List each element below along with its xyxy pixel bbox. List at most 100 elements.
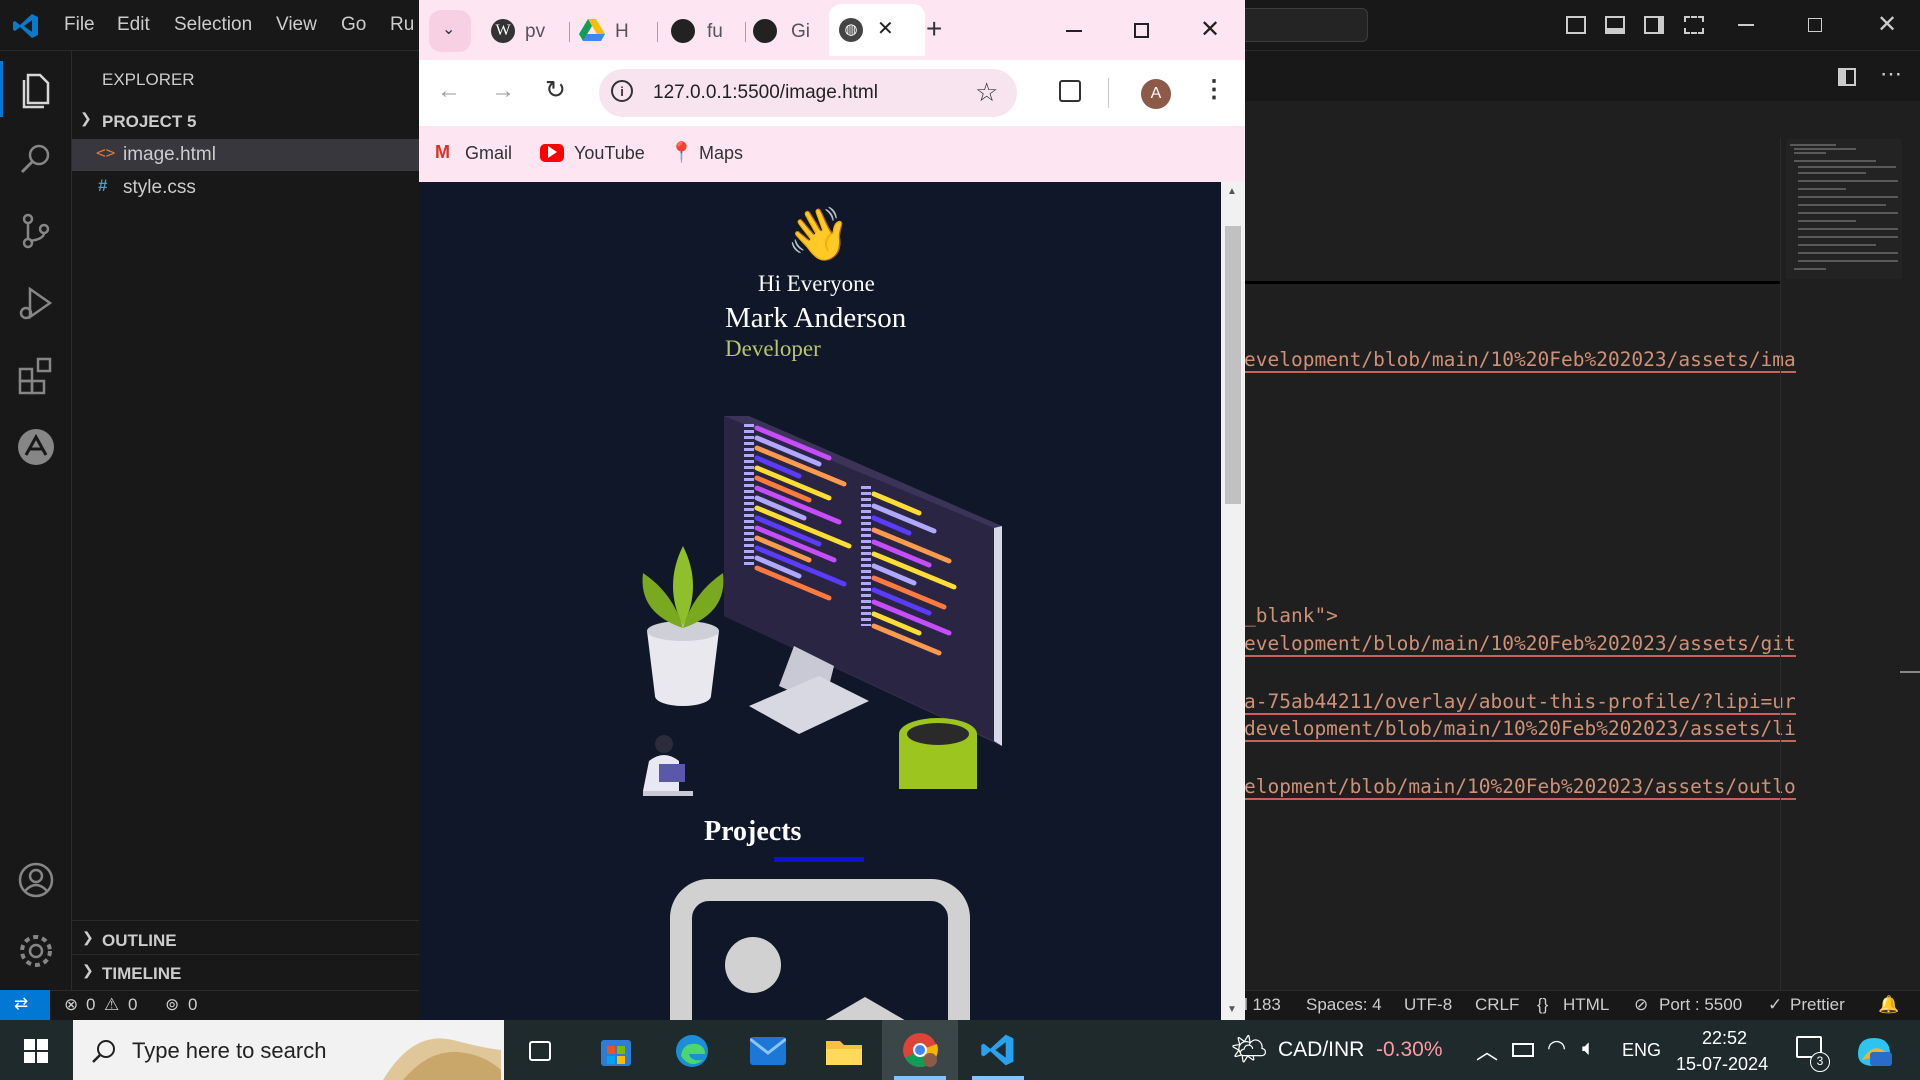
css-file-icon: # — [98, 176, 108, 195]
file-item-style-css[interactable]: # style.css — [72, 172, 420, 204]
close-tab-icon[interactable]: ✕ — [877, 16, 894, 41]
menu-go[interactable]: Go — [341, 14, 366, 36]
run-debug-icon[interactable] — [14, 281, 58, 325]
chevron-right-icon: ❯ — [82, 929, 94, 945]
menu-view[interactable]: View — [276, 14, 317, 36]
warning-count[interactable]: 0 — [128, 995, 137, 1015]
customize-layout-icon[interactable] — [1684, 16, 1704, 34]
more-actions-icon[interactable]: ⋯ — [1880, 61, 1902, 87]
new-tab-icon[interactable]: + — [926, 13, 942, 45]
menu-file[interactable]: File — [64, 14, 95, 36]
file-item-image-html[interactable]: <> image.html — [72, 139, 420, 171]
toggle-panel-icon[interactable] — [1605, 16, 1625, 34]
profile-avatar[interactable]: A — [1141, 79, 1171, 109]
forward-icon[interactable]: → — [491, 77, 515, 105]
scroll-down-icon[interactable]: ▼ — [1227, 1004, 1237, 1015]
chrome-menu-icon[interactable]: ⋮ — [1202, 75, 1226, 104]
bookmark-gmail[interactable]: M Gmail — [435, 140, 525, 168]
windows-start-icon[interactable] — [24, 1039, 48, 1063]
accounts-icon[interactable] — [14, 858, 58, 902]
taskbar-search-box[interactable]: Type here to search — [73, 1020, 504, 1080]
toggle-primary-sidebar-icon[interactable] — [1566, 16, 1586, 34]
bell-icon[interactable]: 🔔 — [1878, 995, 1899, 1015]
code-line: evelopment/blob/main/10%20Feb%202023/ass… — [1244, 348, 1796, 373]
browser-tab[interactable]: H — [575, 10, 655, 52]
bookmark-youtube[interactable]: YouTube — [540, 140, 650, 168]
menu-selection[interactable]: Selection — [174, 14, 252, 36]
mail-button[interactable] — [737, 1028, 799, 1074]
minimap-divider — [1780, 138, 1781, 990]
extensions-puzzle-icon[interactable] — [1059, 80, 1081, 102]
minimize-icon[interactable] — [1738, 24, 1754, 26]
copilot-icon[interactable] — [1854, 1034, 1894, 1068]
live-server-port[interactable]: Port : 5500 — [1659, 995, 1742, 1015]
maximize-icon[interactable] — [1134, 23, 1149, 38]
remote-indicator[interactable]: ⇄ — [0, 990, 50, 1021]
timeline-section[interactable]: ❯ TIMELINE — [72, 958, 420, 990]
file-explorer-button[interactable] — [813, 1028, 875, 1074]
ports-count[interactable]: 0 — [188, 995, 197, 1015]
chrome-taskbar-button[interactable] — [882, 1020, 958, 1080]
tab-search-button[interactable]: ⌄ — [429, 10, 471, 52]
menu-edit[interactable]: Edit — [117, 14, 150, 36]
source-control-icon[interactable] — [14, 209, 58, 253]
outline-section[interactable]: ❯ OUTLINE — [72, 925, 420, 957]
settings-gear-icon[interactable] — [14, 929, 58, 973]
command-center[interactable] — [1240, 8, 1368, 42]
battery-icon[interactable] — [1512, 1043, 1534, 1057]
search-icon[interactable] — [14, 137, 58, 181]
split-editor-icon[interactable] — [1838, 68, 1856, 86]
show-hidden-icons-icon[interactable]: ︿ — [1476, 1034, 1498, 1066]
minimap[interactable] — [1786, 139, 1902, 279]
language-mode[interactable]: HTML — [1563, 995, 1609, 1015]
close-icon[interactable]: ✕ — [1877, 10, 1897, 39]
minimize-icon[interactable] — [1066, 30, 1082, 32]
eol[interactable]: CRLF — [1475, 995, 1519, 1015]
volume-icon[interactable]: 🔈︎ — [1582, 1035, 1595, 1061]
vscode-taskbar-button[interactable] — [960, 1020, 1036, 1080]
chevron-right-icon: ❯ — [82, 962, 94, 978]
browser-tab[interactable]: Gi — [751, 10, 831, 52]
bookmark-star-icon[interactable]: ☆ — [975, 77, 998, 108]
site-info-icon[interactable]: i — [611, 80, 633, 102]
toggle-secondary-sidebar-icon[interactable] — [1644, 16, 1664, 34]
extensions-icon[interactable] — [14, 353, 58, 397]
scroll-up-icon[interactable]: ▲ — [1227, 186, 1237, 197]
task-view-button[interactable] — [509, 1028, 571, 1074]
remote-explorer-icon[interactable] — [14, 425, 58, 469]
back-icon[interactable]: ← — [437, 77, 461, 105]
prettier[interactable]: Prettier — [1790, 995, 1845, 1015]
edge-button[interactable] — [661, 1028, 723, 1074]
browser-tab[interactable]: W pv — [485, 10, 565, 52]
weather-icon: 🌤 — [1230, 1033, 1269, 1066]
url-text[interactable]: 127.0.0.1:5500/image.html — [653, 82, 878, 104]
restore-icon[interactable] — [1808, 18, 1822, 32]
browser-tab[interactable]: fu — [663, 10, 743, 52]
cursor-position[interactable]: l 183 — [1244, 995, 1281, 1015]
bookmark-maps[interactable]: 📍 Maps — [667, 140, 747, 168]
omnibox[interactable]: i 127.0.0.1:5500/image.html ☆ — [599, 69, 1017, 117]
menu-run[interactable]: Ru — [390, 14, 414, 36]
language-indicator[interactable]: ENG — [1622, 1040, 1661, 1061]
project-folder[interactable]: ❯ PROJECT 5 — [72, 107, 420, 139]
error-count[interactable]: 0 — [86, 995, 95, 1015]
explorer-icon[interactable] — [14, 67, 58, 111]
scroll-thumb[interactable] — [1225, 226, 1241, 504]
page-scrollbar[interactable]: ▲ ▼ — [1221, 182, 1245, 1020]
code-editor[interactable]: ⋯ evelopment/blob/main/10%20Feb%202023/a… — [1244, 51, 1920, 990]
wifi-icon[interactable]: ◠ — [1547, 1035, 1566, 1061]
ticker-symbol[interactable]: CAD/INR — [1278, 1038, 1364, 1062]
indentation[interactable]: Spaces: 4 — [1306, 995, 1382, 1015]
clock-time[interactable]: 22:52 — [1702, 1028, 1747, 1049]
active-tab[interactable]: ◍ ✕ — [829, 4, 925, 56]
close-window-icon[interactable]: ✕ — [1200, 15, 1220, 44]
clock-date[interactable]: 15-07-2024 — [1676, 1054, 1768, 1075]
google-drive-icon — [579, 19, 605, 41]
timeline-label: TIMELINE — [102, 964, 182, 983]
reload-icon[interactable]: ↻ — [545, 75, 566, 105]
ticker-change[interactable]: -0.30% — [1376, 1038, 1443, 1062]
encoding[interactable]: UTF-8 — [1404, 995, 1452, 1015]
ports-icon: ⊚ — [165, 995, 180, 1014]
code-line: a-75ab44211/overlay/about-this-profile/?… — [1244, 690, 1796, 715]
microsoft-store-button[interactable] — [585, 1028, 647, 1074]
